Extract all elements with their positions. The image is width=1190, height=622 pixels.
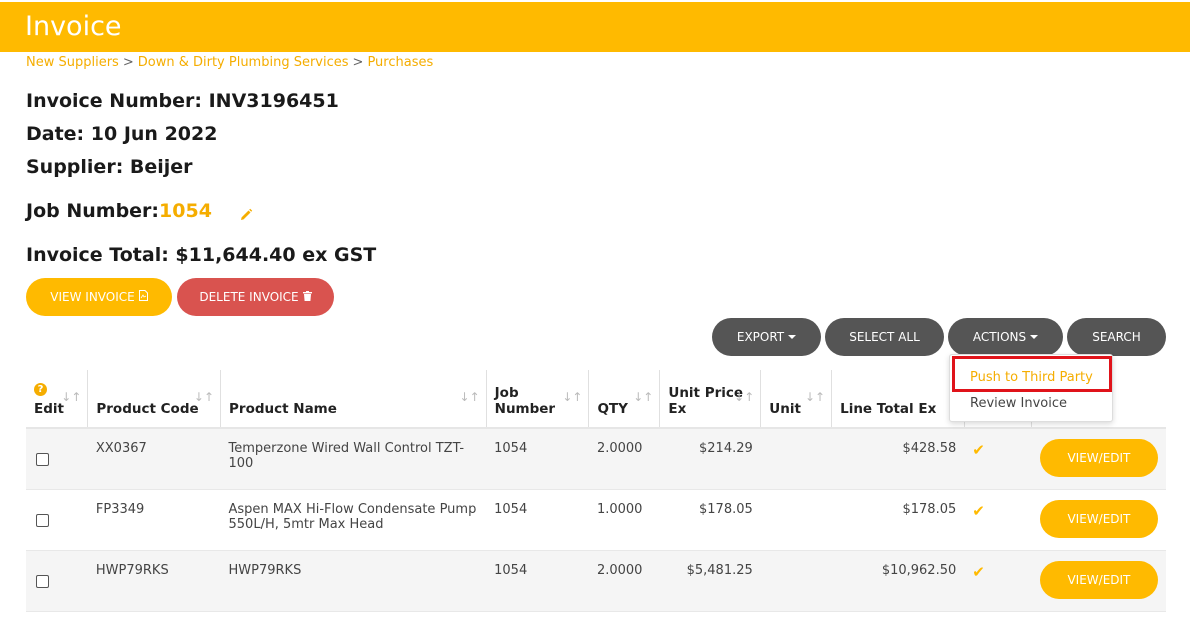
- column-header-unit-price[interactable]: Unit Price Ex ↓↑: [659, 370, 761, 429]
- sort-icon[interactable]: ↓↑: [460, 390, 480, 404]
- row-checkbox[interactable]: [36, 574, 49, 588]
- cell-qty: 1.0000: [588, 489, 660, 551]
- breadcrumb-supplier[interactable]: Down & Dirty Plumbing Services: [138, 55, 349, 70]
- pencil-icon[interactable]: [239, 205, 253, 220]
- invoice-total: Invoice Total: $11,644.40 ex GST: [26, 244, 377, 266]
- cell-product-name: HWP79RKS: [220, 550, 487, 612]
- cell-line-total: $428.58: [831, 428, 965, 490]
- cell-status: ✔: [964, 428, 1032, 490]
- breadcrumb-purchases[interactable]: Purchases: [367, 55, 433, 70]
- check-icon: ✔: [972, 501, 985, 520]
- trash-icon: [302, 290, 312, 304]
- page-header: Invoice: [0, 2, 1190, 52]
- invoice-date: Date: 10 Jun 2022: [26, 123, 218, 145]
- search-button[interactable]: SEARCH: [1067, 318, 1166, 356]
- breadcrumb-new-suppliers[interactable]: New Suppliers: [26, 55, 119, 70]
- cell-job-number: 1054: [486, 428, 589, 490]
- cell-product-name: Temperzone Wired Wall Control TZT-100: [220, 428, 487, 490]
- invoice-number: Invoice Number: INV3196451: [26, 90, 339, 112]
- cell-line-total: $10,962.50: [831, 550, 965, 612]
- cell-product-code: XX0367: [87, 428, 221, 490]
- cell-action: VIEW/EDIT: [1031, 489, 1166, 551]
- view-edit-button[interactable]: VIEW/EDIT: [1039, 560, 1158, 599]
- column-header-job-number[interactable]: Job Number ↓↑: [485, 370, 589, 429]
- cell-status: ✔: [964, 550, 1032, 612]
- sort-icon[interactable]: ↓↑: [194, 390, 214, 404]
- export-label: EXPORT: [736, 330, 785, 344]
- cell-unit: [760, 550, 832, 612]
- cell-qty: 2.0000: [588, 550, 660, 612]
- sort-icon[interactable]: ↓↑: [633, 390, 653, 404]
- job-number-row: Job Number:1054: [26, 200, 253, 222]
- export-button[interactable]: EXPORT: [712, 318, 821, 356]
- actions-label: ACTIONS: [972, 330, 1027, 344]
- column-header-line-total[interactable]: Line Total Ex: [831, 370, 965, 429]
- actions-button[interactable]: ACTIONS: [948, 318, 1063, 356]
- row-checkbox[interactable]: [36, 513, 49, 527]
- cell-unit: [760, 489, 832, 551]
- column-header-product-code[interactable]: Product Code ↓↑: [87, 370, 221, 429]
- sort-icon[interactable]: ↓↑: [734, 390, 754, 404]
- menu-item-review-invoice[interactable]: Review Invoice: [970, 396, 1067, 411]
- breadcrumb-separator: >: [352, 55, 364, 70]
- page-title: Invoice: [25, 11, 122, 42]
- select-all-label: SELECT ALL: [849, 330, 920, 344]
- view-invoice-button[interactable]: VIEW INVOICE: [26, 278, 172, 316]
- job-number-value: 1054: [159, 200, 212, 222]
- delete-invoice-label: DELETE INVOICE: [199, 290, 299, 304]
- select-all-button[interactable]: SELECT ALL: [825, 318, 944, 356]
- invoice-supplier: Supplier: Beijer: [26, 156, 193, 178]
- menu-item-push-to-third-party[interactable]: Push to Third Party: [970, 370, 1093, 385]
- sort-icon[interactable]: ↓↑: [562, 390, 582, 404]
- cell-status: ✔: [964, 489, 1032, 551]
- cell-qty: 2.0000: [588, 428, 660, 490]
- view-edit-button[interactable]: VIEW/EDIT: [1039, 439, 1158, 477]
- caret-down-icon: [1030, 335, 1039, 339]
- row-checkbox[interactable]: [36, 453, 49, 466]
- cell-product-code: FP3349: [87, 489, 221, 551]
- sort-icon[interactable]: ↓↑: [805, 390, 825, 404]
- row-select-cell: [26, 489, 88, 551]
- table-row: HWP79RKS HWP79RKS 1054 2.0000 $5,481.25 …: [26, 550, 1166, 612]
- table-row: FP3349 Aspen MAX Hi-Flow Condensate Pump…: [26, 489, 1166, 551]
- table-row: XX0367 Temperzone Wired Wall Control TZT…: [26, 428, 1166, 490]
- cell-unit-price: $5,481.25: [659, 550, 761, 612]
- view-invoice-label: VIEW INVOICE: [50, 290, 135, 304]
- check-icon: ✔: [972, 562, 985, 581]
- cell-line-total: $178.05: [831, 489, 965, 551]
- cell-job-number: 1054: [486, 489, 589, 551]
- help-icon[interactable]: ?: [34, 383, 47, 396]
- breadcrumb-separator: >: [122, 55, 134, 70]
- check-icon: ✔: [972, 441, 985, 459]
- caret-down-icon: [788, 335, 797, 339]
- pdf-icon: [138, 290, 148, 304]
- column-header-edit[interactable]: ? Edit ↓↑: [26, 370, 88, 429]
- cell-job-number: 1054: [486, 550, 589, 612]
- cell-unit: [760, 428, 832, 490]
- cell-product-code: HWP79RKS: [87, 550, 221, 612]
- breadcrumb: New Suppliers > Down & Dirty Plumbing Serv…: [26, 55, 433, 70]
- column-header-product-name[interactable]: Product Name ↓↑: [220, 370, 487, 429]
- search-label: SEARCH: [1092, 330, 1141, 344]
- cell-action: VIEW/EDIT: [1031, 428, 1166, 490]
- column-header-qty[interactable]: QTY ↓↑: [588, 370, 660, 429]
- cell-product-name: Aspen MAX Hi-Flow Condensate Pump 550L/H…: [220, 489, 487, 551]
- delete-invoice-button[interactable]: DELETE INVOICE: [177, 278, 334, 316]
- actions-dropdown-menu: Push to Third Party Review Invoice: [949, 354, 1113, 422]
- cell-unit-price: $214.29: [659, 428, 761, 490]
- job-number-label: Job Number:: [26, 200, 160, 222]
- row-select-cell: [26, 550, 88, 612]
- sort-icon[interactable]: ↓↑: [61, 390, 81, 404]
- view-edit-button[interactable]: VIEW/EDIT: [1039, 499, 1158, 538]
- column-header-unit[interactable]: Unit ↓↑: [760, 370, 832, 429]
- cell-action: VIEW/EDIT: [1031, 550, 1166, 612]
- row-select-cell: [26, 428, 88, 490]
- cell-unit-price: $178.05: [659, 489, 761, 551]
